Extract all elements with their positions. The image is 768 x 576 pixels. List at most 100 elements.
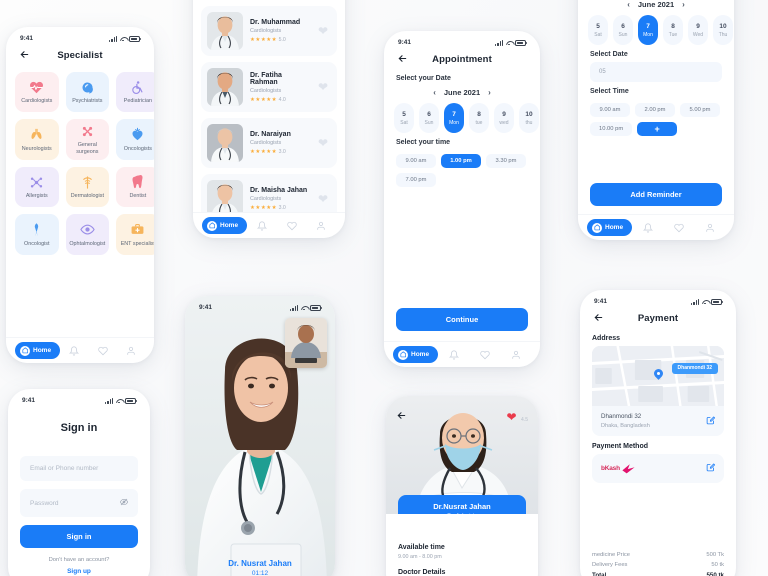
specialty-card-ent-specialist[interactable]: ENT specialist bbox=[116, 214, 154, 255]
continue-button[interactable]: Continue bbox=[396, 308, 528, 331]
day-cell-8[interactable]: 8 Tue bbox=[663, 15, 683, 45]
time-slot-9-00-am[interactable]: 9.00 am bbox=[396, 154, 436, 168]
wifi-icon bbox=[702, 299, 709, 305]
day-cell-6[interactable]: 6 Sun bbox=[613, 15, 633, 45]
specialty-card-cardiologists[interactable]: Cardiologists bbox=[15, 72, 59, 113]
available-time-label: Available time bbox=[398, 544, 445, 551]
battery-icon bbox=[711, 298, 724, 305]
signal-icon bbox=[290, 304, 298, 311]
arrow-left-icon[interactable] bbox=[592, 312, 604, 324]
specialty-card-dermatologist[interactable]: Dermatologist bbox=[65, 166, 110, 208]
day-cell-9[interactable]: 9 Wed bbox=[688, 15, 708, 45]
nav-profile-button[interactable] bbox=[694, 223, 725, 233]
nav-home-button[interactable]: Home bbox=[393, 346, 439, 363]
email-field[interactable]: Email or Phone number bbox=[20, 456, 138, 481]
edit-square-icon[interactable] bbox=[706, 463, 716, 474]
nav-bell-button[interactable] bbox=[632, 222, 663, 233]
specialty-card-allergists[interactable]: Allergists bbox=[15, 166, 59, 208]
nav-bell-button[interactable] bbox=[60, 345, 88, 356]
arrow-left-icon[interactable] bbox=[18, 49, 30, 61]
signup-link[interactable]: Sign up bbox=[8, 568, 150, 575]
specialty-card-pediatrician[interactable]: Pediatrician bbox=[116, 72, 154, 113]
specialty-card-ophtalmologist[interactable]: Ophtalmologist bbox=[65, 214, 110, 255]
eye-off-icon[interactable] bbox=[119, 498, 129, 508]
specialist-navbar: Specialist bbox=[6, 44, 154, 65]
chevron-right-icon[interactable]: › bbox=[488, 88, 491, 97]
specialty-card-dentist[interactable]: Dentist bbox=[116, 166, 154, 208]
nav-home-button[interactable]: Home bbox=[587, 219, 633, 236]
bkash-row[interactable]: bKash bbox=[592, 454, 724, 483]
nav-profile-button[interactable] bbox=[306, 221, 336, 231]
nav-favorites-button[interactable] bbox=[663, 223, 694, 233]
bell-icon bbox=[256, 220, 267, 231]
nav-profile-button[interactable] bbox=[500, 350, 531, 360]
nav-home-button[interactable]: Home bbox=[15, 342, 61, 359]
day-cell-7[interactable]: 7 Mon bbox=[444, 103, 464, 133]
month-label: June 2021 bbox=[443, 88, 481, 97]
doctor-card[interactable]: Dr. Naraiyan Cardiologists ★★★★★ 3.0 ❤ bbox=[201, 118, 337, 168]
plus-icon[interactable]: + bbox=[637, 122, 678, 136]
status-time: 9:41 bbox=[20, 35, 34, 42]
day-cell-10[interactable]: 10 thu bbox=[519, 103, 539, 133]
arrow-left-icon[interactable] bbox=[396, 53, 408, 65]
map-view[interactable]: Dhanmondi 32 bbox=[592, 346, 724, 406]
specialty-card-psychiatrists[interactable]: Psychiatrists bbox=[65, 72, 110, 113]
nav-bell-button[interactable] bbox=[247, 220, 277, 231]
day-cell-9[interactable]: 9 wed bbox=[494, 103, 514, 133]
specialty-card-general-surgeons[interactable]: General surgeons bbox=[65, 119, 110, 160]
anatomy-heart-icon bbox=[130, 127, 145, 143]
video-self-feed[interactable] bbox=[285, 318, 327, 368]
password-field[interactable]: Password bbox=[20, 489, 138, 517]
day-cell-10[interactable]: 10 Thu bbox=[713, 15, 733, 45]
time-slot-7-00-pm[interactable]: 7.00 pm bbox=[396, 173, 436, 187]
time-slot-5-00-pm[interactable]: 5.00 pm bbox=[680, 103, 720, 117]
favorite-heart-icon[interactable]: ❤ bbox=[318, 24, 331, 38]
doctor-card[interactable]: Dr. Muhammad Cardiologists ★★★★★ 5.0 ❤ bbox=[201, 6, 337, 56]
user-icon bbox=[511, 350, 520, 359]
home-icon bbox=[20, 345, 30, 356]
doctor-detail-phone: ❤ 4.5 Dr.Nusrat Jahan Cardiologists ★★★★… bbox=[386, 396, 538, 576]
specialty-card-oncologists[interactable]: Oncologists bbox=[116, 119, 154, 160]
wifi-icon bbox=[301, 305, 308, 311]
time-slot-10-00-pm[interactable]: 10.00 pm bbox=[590, 122, 633, 136]
add-reminder-button[interactable]: Add Reminder bbox=[590, 183, 722, 206]
day-cell-7[interactable]: 7 Mon bbox=[638, 15, 658, 45]
nav-favorites-button[interactable] bbox=[88, 346, 116, 356]
heart-outline-icon bbox=[286, 221, 297, 230]
favorite-heart-icon[interactable]: ❤ bbox=[318, 80, 331, 94]
chevron-right-icon[interactable]: › bbox=[682, 0, 685, 9]
email-placeholder: Email or Phone number bbox=[30, 465, 99, 472]
favorite-heart-icon[interactable]: ❤ bbox=[318, 192, 331, 206]
arrow-left-icon[interactable] bbox=[396, 410, 407, 424]
nav-bell-button[interactable] bbox=[438, 349, 469, 360]
favorite-badge[interactable]: ❤ 4.5 bbox=[507, 408, 528, 426]
medical-kit-icon bbox=[130, 222, 145, 238]
time-slot-3-30-pm[interactable]: 3.30 pm bbox=[486, 154, 526, 168]
nav-profile-button[interactable] bbox=[117, 346, 145, 356]
chevron-left-icon[interactable]: ‹ bbox=[627, 0, 630, 9]
doctor-card[interactable]: Dr. Fatiha Rahman Cardiologists ★★★★★ 4.0 ❤ bbox=[201, 62, 337, 112]
day-number: 8 bbox=[477, 110, 481, 118]
nav-favorites-button[interactable] bbox=[277, 221, 307, 231]
favorite-heart-icon[interactable]: ❤ bbox=[318, 136, 331, 150]
time-slot-2-00-pm[interactable]: 2.00 pm bbox=[635, 103, 675, 117]
date-input[interactable]: 05 bbox=[590, 62, 722, 82]
day-number: 5 bbox=[402, 110, 406, 118]
edit-square-icon[interactable] bbox=[706, 416, 716, 427]
signin-phone: 9:41 Sign in Email or Phone number Passw… bbox=[8, 389, 150, 576]
nav-favorites-button[interactable] bbox=[469, 350, 500, 360]
time-slot-9-00-am[interactable]: 9.00 am bbox=[590, 103, 630, 117]
nav-home-button[interactable]: Home bbox=[202, 217, 248, 234]
day-cell-8[interactable]: 8 tue bbox=[469, 103, 489, 133]
signin-button[interactable]: Sign in bbox=[20, 525, 138, 548]
doctor-specialty: Cardiologists bbox=[250, 28, 282, 34]
day-cell-5[interactable]: 5 Sat bbox=[588, 15, 608, 45]
specialty-card-oncologist[interactable]: Oncologist bbox=[15, 214, 59, 255]
day-cell-5[interactable]: 5 Sat bbox=[394, 103, 414, 133]
day-cell-6[interactable]: 6 Sun bbox=[419, 103, 439, 133]
specialty-card-neurologists[interactable]: Neurologists bbox=[15, 119, 59, 160]
time-slot-1-00-pm[interactable]: 1.00 pm bbox=[441, 154, 481, 168]
day-weekday: Mon bbox=[449, 119, 459, 126]
month-selector: ‹ June 2021 › bbox=[578, 0, 734, 15]
chevron-left-icon[interactable]: ‹ bbox=[433, 88, 436, 97]
